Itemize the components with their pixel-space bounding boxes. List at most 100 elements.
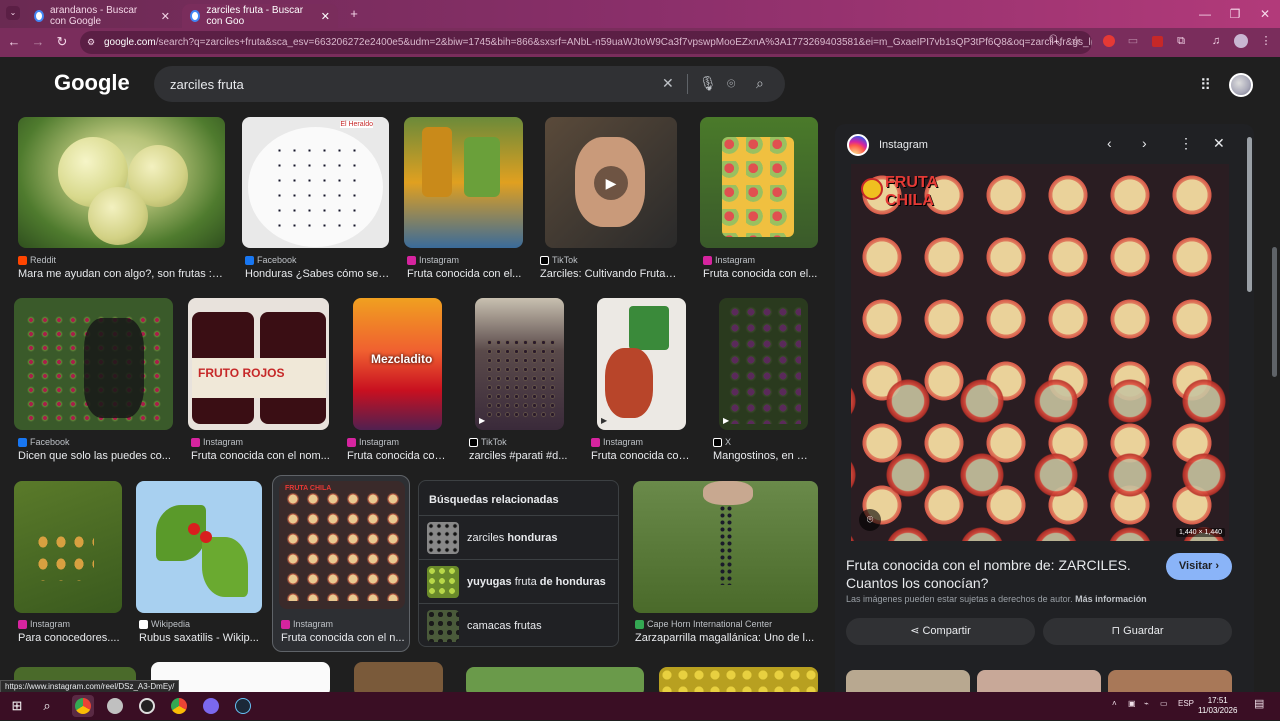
related-item[interactable]: zarciles honduras bbox=[419, 515, 618, 559]
result-source[interactable]: Instagram bbox=[191, 437, 243, 447]
steam-icon[interactable] bbox=[232, 695, 254, 717]
result-caption[interactable]: Fruta conocida con... bbox=[347, 450, 447, 462]
apps-grid-icon[interactable]: ⠿ bbox=[1200, 76, 1211, 94]
result-caption[interactable]: Mara me ayudan con algo?, son frutas : r… bbox=[18, 268, 225, 280]
page-scrollbar[interactable] bbox=[1272, 247, 1277, 377]
previous-icon[interactable]: ‹ bbox=[1107, 135, 1112, 151]
result-caption[interactable]: zarciles #parati #d... bbox=[469, 450, 569, 462]
related-item[interactable]: yuyugas fruta de honduras bbox=[419, 559, 618, 603]
result-source[interactable]: Instagram bbox=[281, 619, 333, 629]
result-caption[interactable]: Dicen que solo las puedes co... bbox=[18, 450, 173, 462]
microphone-icon[interactable]: 🎙︎ bbox=[699, 75, 717, 92]
result-caption[interactable]: Fruta conocida con... bbox=[591, 450, 691, 462]
play-icon[interactable]: ▶ bbox=[479, 416, 485, 425]
result-source[interactable]: TikTok bbox=[540, 255, 578, 265]
result-image-8[interactable]: Mezcladito bbox=[353, 298, 442, 430]
preview-image[interactable]: FRUTA CHILA ⌾ 1,440 × 1,440 bbox=[851, 164, 1229, 541]
google-logo[interactable]: Google bbox=[54, 70, 130, 96]
result-source[interactable]: Wikipedia bbox=[139, 619, 190, 629]
result-caption[interactable]: Rubus saxatilis - Wikip... bbox=[139, 632, 263, 644]
play-icon[interactable]: ▶ bbox=[594, 166, 628, 200]
tray-usb-icon[interactable]: ⌁ bbox=[1144, 699, 1149, 708]
extension-box-icon[interactable] bbox=[1148, 32, 1166, 50]
result-source[interactable]: Instagram bbox=[407, 255, 459, 265]
result-image-9[interactable]: ▶ bbox=[475, 298, 564, 430]
result-source[interactable]: Instagram bbox=[347, 437, 399, 447]
result-image-4[interactable]: ▶ bbox=[545, 117, 677, 248]
result-source[interactable]: Cape Horn International Center bbox=[635, 619, 772, 629]
more-options-icon[interactable]: ⋮ bbox=[1179, 135, 1193, 152]
close-window-button[interactable]: ✕ bbox=[1246, 0, 1280, 28]
result-image-3[interactable] bbox=[404, 117, 523, 248]
result-source[interactable]: Instagram bbox=[18, 619, 70, 629]
search-input[interactable]: zarciles fruta ✕ 🎙︎ ⌾ ⌕ bbox=[154, 66, 785, 102]
next-icon[interactable]: › bbox=[1142, 135, 1147, 151]
visit-button[interactable]: Visitar › bbox=[1166, 553, 1232, 580]
search-icon[interactable]: ⌕ bbox=[756, 75, 764, 92]
tab-search-button[interactable]: ⌄ bbox=[6, 6, 20, 20]
tray-chevron-icon[interactable]: ˄ bbox=[1112, 699, 1117, 708]
result-image-20[interactable] bbox=[659, 667, 818, 692]
result-source[interactable]: X bbox=[713, 437, 731, 447]
tab-zarciles[interactable]: zarciles fruta - Buscar con Goo ✕ bbox=[182, 4, 338, 28]
result-image-14[interactable]: FRUTA CHILA bbox=[279, 481, 405, 609]
result-caption[interactable]: Fruta conocida con el n... bbox=[281, 632, 405, 644]
app-icon-2[interactable] bbox=[104, 695, 126, 717]
panel-title[interactable]: Fruta conocida con el nombre de: ZARCILE… bbox=[846, 556, 1146, 592]
result-caption[interactable]: Para conocedores.... bbox=[18, 632, 122, 644]
result-source[interactable]: Reddit bbox=[18, 255, 56, 265]
clock[interactable]: 17:51 11/03/2026 bbox=[1198, 696, 1237, 716]
app-icon-3[interactable] bbox=[136, 695, 158, 717]
result-image-5[interactable] bbox=[700, 117, 818, 248]
extension-gray-icon[interactable]: ▭ bbox=[1124, 32, 1142, 50]
result-caption[interactable]: Zarzaparrilla magallánica: Uno de l... bbox=[635, 632, 815, 644]
result-caption[interactable]: Fruta conocida con el... bbox=[407, 268, 523, 280]
forward-icon[interactable]: → bbox=[26, 34, 50, 49]
result-source[interactable]: Instagram bbox=[703, 255, 755, 265]
result-image-10[interactable]: ▶ bbox=[597, 298, 686, 430]
play-icon[interactable]: ▶ bbox=[601, 416, 607, 425]
profile-avatar-icon[interactable] bbox=[1232, 32, 1250, 50]
back-icon[interactable]: ← bbox=[2, 34, 26, 49]
search-icon[interactable]: ⌕ bbox=[36, 695, 58, 717]
result-image-11[interactable]: ▶ bbox=[719, 298, 808, 430]
result-image-1[interactable] bbox=[18, 117, 225, 248]
result-caption[interactable]: Fruta conocida con el nom... bbox=[191, 450, 331, 462]
new-tab-button[interactable]: + bbox=[342, 6, 366, 21]
related-item[interactable]: camacas frutas bbox=[419, 603, 618, 647]
zoom-icon[interactable]: 🔍︎ bbox=[1046, 32, 1064, 50]
menu-kebab-icon[interactable]: ⋮ bbox=[1257, 32, 1275, 50]
avatar[interactable] bbox=[1229, 73, 1253, 97]
bookmark-star-icon[interactable]: ☆ bbox=[1067, 32, 1085, 50]
result-image-15[interactable] bbox=[633, 481, 818, 613]
panel-source[interactable]: Instagram bbox=[847, 134, 928, 156]
close-icon[interactable]: ✕ bbox=[1213, 135, 1225, 152]
result-caption[interactable]: Fruta conocida con el... bbox=[703, 268, 818, 280]
extension-red-icon[interactable] bbox=[1100, 32, 1118, 50]
camera-lens-icon[interactable]: ⌾ bbox=[727, 75, 735, 92]
result-source[interactable]: Facebook bbox=[18, 437, 70, 447]
notifications-icon[interactable]: ▤ bbox=[1254, 697, 1264, 710]
close-tab-icon[interactable]: ✕ bbox=[161, 10, 170, 23]
panel-scrollbar[interactable] bbox=[1247, 137, 1252, 292]
chrome-icon[interactable] bbox=[72, 695, 94, 717]
result-image-18[interactable] bbox=[354, 662, 443, 692]
result-image-12[interactable] bbox=[14, 481, 122, 613]
media-controls-icon[interactable]: ♫ bbox=[1207, 32, 1225, 50]
share-button[interactable]: ⋖ Compartir bbox=[846, 618, 1035, 645]
site-info-icon[interactable]: ⚙ bbox=[87, 37, 95, 48]
save-button[interactable]: ⊓ Guardar bbox=[1043, 618, 1232, 645]
result-image-13[interactable] bbox=[136, 481, 262, 613]
tray-app-icon[interactable]: ▣ bbox=[1128, 699, 1136, 708]
windows-start-icon[interactable]: ⊞ bbox=[6, 695, 28, 717]
language-indicator[interactable]: ESP bbox=[1178, 699, 1194, 708]
result-image-6[interactable] bbox=[14, 298, 173, 430]
app-icon-5[interactable] bbox=[200, 695, 222, 717]
play-icon[interactable]: ▶ bbox=[723, 416, 729, 425]
extensions-puzzle-icon[interactable]: ⧉ bbox=[1172, 32, 1190, 50]
chrome-icon-2[interactable] bbox=[168, 695, 190, 717]
close-tab-icon[interactable]: ✕ bbox=[321, 10, 330, 23]
result-image-2[interactable]: El Heraldo bbox=[242, 117, 389, 248]
result-image-19[interactable] bbox=[466, 667, 644, 692]
result-caption[interactable]: Mangostinos, en H... bbox=[713, 450, 813, 462]
